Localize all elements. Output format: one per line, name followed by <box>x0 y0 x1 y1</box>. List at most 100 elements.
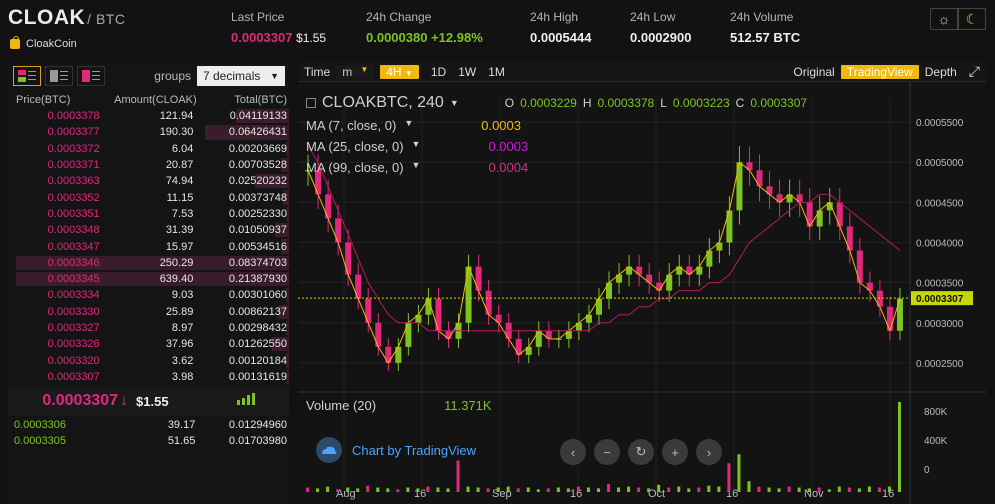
bid-row[interactable]: 0.0003306 39.17 0.01294960 <box>8 417 289 433</box>
fullscreen-icon[interactable]: ⤢ <box>963 63 986 80</box>
ask-row[interactable]: 0.0003320 3.62 0.00120184 <box>8 352 289 368</box>
zoom-out-icon[interactable]: − <box>594 439 620 465</box>
ma7-label[interactable]: MA (7, close, 0) <box>306 118 396 133</box>
ask-total: 0.00301060 <box>228 289 288 302</box>
volume-bar <box>837 486 841 492</box>
candle-body <box>365 298 372 323</box>
ask-price: 0.0003377 <box>47 126 100 139</box>
y-tick-label: 0.0004500 <box>916 198 964 209</box>
ask-total: 0.04119133 <box>229 110 288 123</box>
ohlc-close: 0.0003307 <box>750 96 808 110</box>
ask-row[interactable]: 0.0003326 37.96 0.01262550 <box>8 336 289 352</box>
ask-row[interactable]: 0.0003334 9.03 0.00301060 <box>8 287 289 303</box>
volume-bar <box>506 486 510 492</box>
candle-body <box>606 282 613 299</box>
candle-body <box>756 170 763 187</box>
ask-row[interactable]: 0.0003345 639.40 0.21387930 <box>8 271 289 287</box>
candle-body <box>816 210 823 227</box>
candle-body <box>335 218 342 243</box>
reset-icon[interactable]: ↻ <box>628 439 654 465</box>
ask-row[interactable]: 0.0003347 15.97 0.00534516 <box>8 238 289 254</box>
zoom-in-icon[interactable]: + <box>662 439 688 465</box>
ask-amount: 9.03 <box>171 289 194 302</box>
ask-row[interactable]: 0.0003371 20.87 0.00703528 <box>8 157 289 173</box>
candle-body <box>846 226 853 251</box>
ask-row[interactable]: 0.0003377 190.30 0.06426431 <box>8 124 289 140</box>
ask-amount: 121.94 <box>159 110 194 123</box>
sun-icon[interactable]: ☼ <box>930 8 958 30</box>
asks-view-icon[interactable] <box>45 66 73 86</box>
volume-bar <box>727 463 731 492</box>
ask-row[interactable]: 0.0003346 250.29 0.08374703 <box>8 255 289 271</box>
ask-row[interactable]: 0.0003348 31.39 0.01050937 <box>8 222 289 238</box>
candle-body <box>405 322 412 347</box>
coin-name-row[interactable]: CloakCoin <box>10 36 77 50</box>
ask-amount: 3.98 <box>171 370 194 383</box>
interval-1w-button[interactable]: 1W <box>452 65 482 79</box>
amount-col-header: Amount(CLOAK) <box>114 94 197 106</box>
ask-total: 0.06426431 <box>228 126 288 139</box>
ask-row[interactable]: 0.0003378 121.94 0.04119133 <box>8 108 289 124</box>
last-price-usd: $1.55 <box>296 31 327 45</box>
y-tick-label: 0.0002500 <box>916 359 964 370</box>
caret-down-icon[interactable]: ▼ <box>450 98 459 108</box>
ask-row[interactable]: 0.0003307 3.98 0.00131619 <box>8 369 289 385</box>
ask-price: 0.0003307 <box>47 370 100 383</box>
candle-body <box>535 330 542 347</box>
minute-interval-select[interactable]: m ▼ <box>336 64 375 79</box>
bids-view-icon[interactable] <box>77 66 105 86</box>
candle-body <box>595 298 602 315</box>
both-sides-view-icon[interactable] <box>13 66 41 86</box>
candle-body <box>876 290 883 307</box>
volume-bar <box>717 486 721 492</box>
ask-amount: 31.39 <box>165 224 194 237</box>
ma99-value: 0.0004 <box>488 160 529 175</box>
volume-bar <box>396 489 400 492</box>
volume-legend: Volume (20) 11.371K <box>306 398 492 413</box>
decimals-select[interactable]: 7 decimals ▼ <box>197 66 285 86</box>
ma99-label[interactable]: MA (99, close, 0) <box>306 160 404 175</box>
ma25-value: 0.0003 <box>488 139 529 154</box>
collapse-icon[interactable] <box>306 98 316 108</box>
ask-row[interactable]: 0.0003363 74.94 0.02520232 <box>8 173 289 189</box>
tradingview-cloud-icon <box>316 437 342 463</box>
interval-4h-button[interactable]: 4H ▼ <box>380 64 419 79</box>
candle-body <box>666 274 673 291</box>
ask-row[interactable]: 0.0003372 6.04 0.00203669 <box>8 141 289 157</box>
tradingview-attribution[interactable]: Chart by TradingView <box>316 437 476 463</box>
volume-label: 24h Volume <box>730 10 794 24</box>
interval-1m-button[interactable]: 1M <box>482 65 511 79</box>
bid-row[interactable]: 0.0003305 51.65 0.01703980 <box>8 433 289 449</box>
x-tick-label: 16 <box>570 488 582 500</box>
ask-amount: 74.94 <box>165 175 194 188</box>
change-label: 24h Change <box>366 10 432 24</box>
scroll-left-icon[interactable]: ‹ <box>560 439 586 465</box>
ask-total: 0.08374703 <box>228 256 288 269</box>
volume-bar <box>426 486 430 492</box>
candle-body <box>325 194 332 219</box>
tab-original[interactable]: Original <box>787 65 840 79</box>
ask-row[interactable]: 0.0003330 25.89 0.00862137 <box>8 304 289 320</box>
volume-indicator-label[interactable]: Volume (20) <box>306 398 376 413</box>
interval-1d-button[interactable]: 1D <box>425 65 452 79</box>
ask-amount: 6.04 <box>171 142 194 155</box>
chart-toolbar: Time m ▼ 4H ▼ 1D 1W 1M Original TradingVi… <box>298 62 986 82</box>
moon-icon[interactable]: ☾ <box>958 8 986 30</box>
volume-bar <box>767 487 771 492</box>
volume-bar <box>516 488 520 492</box>
volume-bar <box>777 488 781 492</box>
volume-bar <box>556 487 560 492</box>
tab-depth[interactable]: Depth <box>919 65 963 79</box>
ask-row[interactable]: 0.0003327 8.97 0.00298432 <box>8 320 289 336</box>
caret-down-icon: ▼ <box>360 64 369 74</box>
ma25-label[interactable]: MA (25, close, 0) <box>306 139 404 154</box>
ask-row[interactable]: 0.0003352 11.15 0.00373748 <box>8 189 289 205</box>
down-arrow-icon: ↓ <box>120 392 129 410</box>
tab-tradingview[interactable]: TradingView <box>840 64 919 79</box>
ask-price: 0.0003326 <box>47 338 100 351</box>
ask-price: 0.0003345 <box>47 273 100 286</box>
price-col-header: Price(BTC) <box>16 94 71 106</box>
scroll-right-icon[interactable]: › <box>696 439 722 465</box>
ask-row[interactable]: 0.0003351 7.53 0.00252330 <box>8 206 289 222</box>
y-tick-label: 0.0003000 <box>916 319 964 330</box>
